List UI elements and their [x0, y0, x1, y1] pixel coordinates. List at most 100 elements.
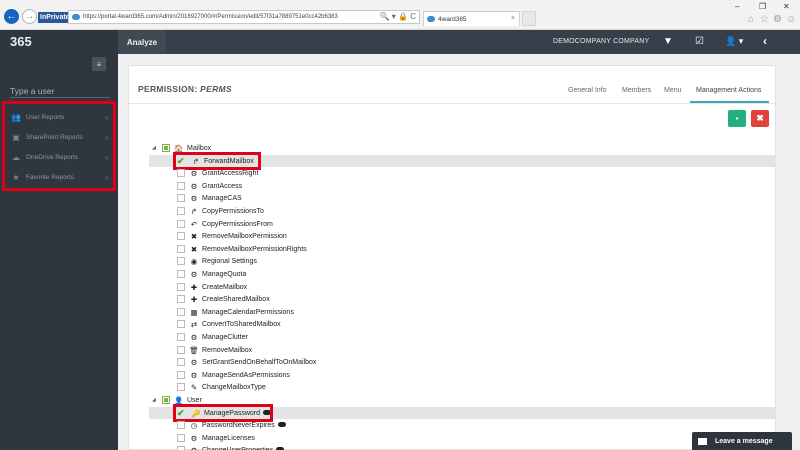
back-icon[interactable]: ←: [4, 9, 19, 24]
forward-icon[interactable]: →: [22, 9, 37, 24]
address-tools-icon[interactable]: 🔍 ▾ 🔒 C: [380, 12, 416, 21]
item-checkbox[interactable]: [177, 270, 185, 278]
address-bar[interactable]: https://portal.4ward365.com/Admin/201692…: [68, 10, 420, 24]
tree-item-row[interactable]: ✚ CreateSharedMailbox: [177, 293, 270, 305]
tree-item-row[interactable]: ↶ CopyPermissionsFrom: [177, 218, 273, 230]
user-menu-icon[interactable]: 👤 ▾: [725, 36, 743, 47]
action-label: Regional Settings: [202, 257, 257, 265]
tree-item-row[interactable]: ⚙ ManageClutter: [177, 331, 248, 343]
group-checkbox[interactable]: [162, 144, 170, 152]
tab-management-actions[interactable]: Management Actions: [696, 87, 761, 94]
tree-item-row[interactable]: ✎ ChangeMailboxType: [177, 381, 266, 393]
tree-item-row[interactable]: ⚙ ManageCAS: [177, 192, 242, 204]
item-checkbox[interactable]: [177, 257, 185, 265]
tree-item-row[interactable]: ✖ RemoveMailboxPermission: [177, 230, 287, 242]
minimize-icon[interactable]: –: [735, 2, 739, 11]
brand-logo[interactable]: 365: [10, 34, 34, 50]
main-content: PERMISSION: PERMS General Info Members M…: [118, 54, 800, 450]
maximize-icon[interactable]: ❐: [759, 2, 766, 11]
tree-item-row[interactable]: ⚙ ManageLicenses: [177, 432, 255, 444]
action-label: ManageQuota: [202, 270, 247, 278]
tree-item-row[interactable]: ⚙ ChangeUserProperties: [177, 444, 285, 450]
action-label: CopyPermissionsFrom: [202, 220, 273, 228]
action-icon: ↶: [190, 219, 198, 229]
cancel-button[interactable]: ✖: [751, 110, 769, 127]
item-checkbox[interactable]: [177, 295, 185, 303]
close-window-icon[interactable]: ✕: [783, 2, 790, 11]
site-icon: [72, 14, 80, 20]
page-title: PERMISSION: PERMS: [138, 84, 232, 94]
expand-icon[interactable]: ◢: [152, 145, 162, 151]
leave-message-label: Leave a message: [715, 437, 773, 445]
item-checkbox[interactable]: [177, 333, 185, 341]
leave-message-button[interactable]: Leave a message: [692, 432, 792, 450]
tree-item-row[interactable]: ↱ CopyPermissionsTo: [177, 205, 264, 217]
tree-item-row[interactable]: ◷ PasswordNeverExpires: [177, 419, 286, 431]
expand-icon[interactable]: ◢: [152, 397, 162, 403]
favorites-icon[interactable]: ☆: [760, 14, 769, 25]
action-icon: ◉: [190, 256, 198, 266]
tree-item-row[interactable]: ▦ ManageCalendarPermissions: [177, 306, 294, 318]
new-tab-button[interactable]: [522, 11, 536, 26]
action-icon: ✚: [190, 294, 198, 304]
action-label: ManageSendAsPermissions: [202, 371, 290, 379]
item-checkbox[interactable]: [177, 358, 185, 366]
action-icon: ⚙: [190, 168, 198, 178]
tree-item-row[interactable]: ◉ Regional Settings: [177, 255, 257, 267]
tasks-icon[interactable]: ☑: [695, 36, 704, 47]
tree-item-row[interactable]: ⚙ SetGrantSendOnBehalfToOnMailbox: [177, 356, 316, 368]
item-checkbox[interactable]: [177, 220, 185, 228]
item-checkbox[interactable]: [177, 308, 185, 316]
item-checkbox[interactable]: [177, 434, 185, 442]
item-checkbox[interactable]: [177, 446, 185, 450]
action-label: GrantAccessRight: [202, 169, 259, 177]
save-button[interactable]: ▪: [728, 110, 746, 127]
user-search-input[interactable]: [10, 84, 110, 98]
analyze-tab[interactable]: Analyze: [118, 30, 166, 54]
item-checkbox[interactable]: [177, 371, 185, 379]
menu-toggle-icon[interactable]: ≡: [92, 57, 106, 71]
tree-item-row[interactable]: ✖ RemoveMailboxPermissionRights: [177, 243, 307, 255]
item-checkbox[interactable]: [177, 421, 185, 429]
tree-item-row[interactable]: ⚙ GrantAccess: [177, 180, 242, 192]
item-checkbox[interactable]: [177, 383, 185, 391]
action-label: ManageCAS: [202, 194, 242, 202]
tree-item-row[interactable]: ⚙ GrantAccessRight: [177, 167, 258, 179]
tab-close-icon[interactable]: ×: [511, 15, 515, 22]
chevron-left-icon: ‹: [105, 152, 108, 162]
sidebar-item[interactable]: ☁ OneDrive Reports ‹: [5, 147, 113, 167]
item-checkbox[interactable]: [177, 232, 185, 240]
sidebar-item[interactable]: 👥 User Reports ‹: [5, 107, 113, 127]
item-checkbox[interactable]: [177, 320, 185, 328]
sidebar-item[interactable]: ▣ SharePoint Reports ‹: [5, 127, 113, 147]
tree-item-row[interactable]: 🗑 RemoveMailbox: [177, 344, 252, 356]
tab-general-info[interactable]: General Info: [568, 87, 607, 94]
title-prefix: PERMISSION:: [138, 84, 201, 94]
feedback-icon[interactable]: ☺: [786, 14, 796, 25]
item-checkbox[interactable]: [177, 346, 185, 354]
settings-icon[interactable]: ⚙: [773, 14, 782, 25]
browser-tab[interactable]: 4ward365 ×: [423, 11, 520, 26]
tab-members[interactable]: Members: [622, 87, 651, 94]
item-checkbox[interactable]: [177, 194, 185, 202]
group-checkbox[interactable]: [162, 396, 170, 404]
item-checkbox[interactable]: [177, 169, 185, 177]
sidebar-item[interactable]: ★ Favorite Reports ‹: [5, 167, 113, 187]
action-label: ManageCalendarPermissions: [202, 308, 294, 316]
home-icon[interactable]: ⌂: [748, 14, 754, 25]
item-checkbox[interactable]: [177, 245, 185, 253]
action-icon: ◷: [190, 420, 198, 430]
tree-item-row[interactable]: ⇄ ConvertToSharedMailbox: [177, 318, 281, 330]
tree-item-row[interactable]: ✚ CreateMailbox: [177, 281, 247, 293]
collapse-icon[interactable]: ‹: [763, 34, 767, 48]
tree-item-row[interactable]: ⚙ ManageQuota: [177, 268, 246, 280]
sidebar-item-label: SharePoint Reports: [26, 133, 83, 141]
filter-icon[interactable]: ▼: [663, 36, 673, 47]
browser-chrome: ← → InPrivate https://portal.4ward365.co…: [0, 0, 800, 30]
tab-menu[interactable]: Menu: [664, 87, 682, 94]
item-checkbox[interactable]: [177, 182, 185, 190]
item-checkbox[interactable]: [177, 283, 185, 291]
item-checkbox[interactable]: [177, 207, 185, 215]
tree-item-row[interactable]: ⚙ ManageSendAsPermissions: [177, 369, 290, 381]
sidebar-item-icon: ▣: [12, 132, 20, 142]
